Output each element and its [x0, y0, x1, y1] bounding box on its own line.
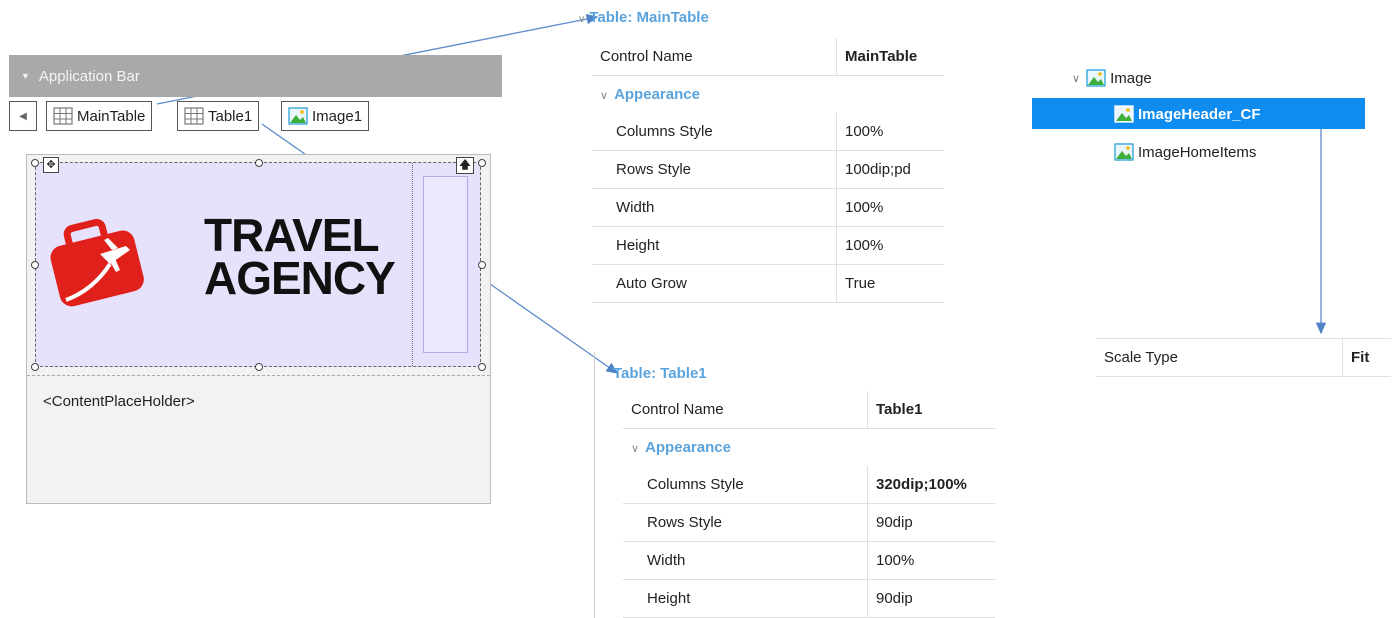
select-parent-arrow-icon[interactable]: 🡅: [456, 157, 474, 174]
property-value[interactable]: 100%: [867, 541, 995, 580]
property-value[interactable]: Table1: [867, 391, 995, 429]
tree-node-image[interactable]: ∨ Image: [1072, 67, 1152, 89]
table1-properties-title: Table: Table1: [613, 365, 707, 382]
canvas-divider: [27, 375, 490, 376]
control-chip-label: Image1: [312, 107, 363, 125]
section-header-appearance[interactable]: ∨ Appearance: [592, 76, 944, 114]
property-row[interactable]: Height 90dip: [623, 579, 995, 618]
tree-label: ImageHomeItems: [1138, 143, 1257, 161]
property-key: Columns Style: [623, 466, 868, 504]
table1-title-text: Table: Table1: [613, 365, 707, 382]
property-row[interactable]: Width 100%: [592, 188, 944, 227]
property-key: Height: [623, 579, 868, 618]
property-row[interactable]: Height 100%: [592, 226, 944, 265]
move-handle-icon[interactable]: ✥: [43, 157, 59, 173]
property-value[interactable]: 100dip;pd: [836, 150, 944, 189]
property-value[interactable]: 100%: [836, 113, 944, 151]
image-icon: [1114, 143, 1134, 161]
property-key: Columns Style: [592, 113, 837, 151]
tree-label: ImageHeader_CF: [1138, 105, 1261, 123]
section-label: Appearance: [645, 439, 731, 456]
property-value[interactable]: Fit: [1342, 338, 1391, 377]
property-row[interactable]: Rows Style 90dip: [623, 503, 995, 542]
property-key: Scale Type: [1096, 338, 1343, 377]
logo-wordmark: TRAVEL AGENCY: [204, 209, 396, 304]
property-value[interactable]: 90dip: [867, 579, 995, 618]
selection-handle[interactable]: [255, 363, 263, 371]
property-value[interactable]: 100%: [836, 188, 944, 227]
selection-handle[interactable]: [31, 261, 39, 269]
control-chip-table1[interactable]: Table1: [177, 101, 260, 131]
property-value[interactable]: 100%: [836, 226, 944, 265]
maintable-properties-title: ∨ Table: MainTable: [578, 9, 709, 26]
table1-property-grid: Control Name Table1 ∨ Appearance Columns …: [623, 391, 995, 618]
table-icon: [53, 107, 73, 125]
maintable-title-text: Table: MainTable: [589, 9, 709, 26]
property-value[interactable]: 90dip: [867, 503, 995, 542]
control-chip-image1[interactable]: Image1: [281, 101, 370, 131]
content-placeholder[interactable]: <ContentPlaceHolder>: [43, 393, 195, 410]
maintable-property-grid: Control Name MainTable ∨ Appearance Colum…: [592, 38, 944, 303]
control-chip-maintable[interactable]: MainTable: [46, 101, 153, 131]
caret-left-icon: ◀: [19, 110, 27, 122]
tree-label: Image: [1110, 69, 1152, 87]
section-header-appearance[interactable]: ∨ Appearance: [623, 429, 995, 467]
property-key: Width: [623, 541, 868, 580]
scroll-left-button[interactable]: ◀: [9, 101, 37, 131]
table-icon: [184, 107, 204, 125]
selection-handle[interactable]: [255, 159, 263, 167]
property-key: Rows Style: [592, 150, 837, 189]
section-label: Appearance: [614, 86, 700, 103]
arrow-image: [1315, 113, 1327, 335]
property-row[interactable]: Columns Style 100%: [592, 113, 944, 151]
logo-line-1: TRAVEL: [204, 209, 380, 261]
panel-border: [594, 352, 595, 618]
property-row[interactable]: Control Name MainTable: [592, 38, 944, 76]
image-icon: [1114, 105, 1134, 123]
property-row[interactable]: Rows Style 100dip;pd: [592, 150, 944, 189]
property-key: Control Name: [623, 391, 868, 429]
property-row[interactable]: Scale Type Fit: [1096, 338, 1391, 377]
image-icon: [288, 107, 308, 125]
property-key: Auto Grow: [592, 264, 837, 303]
chevron-down-icon[interactable]: ∨: [600, 90, 608, 102]
suitcase-logo-icon: [50, 218, 144, 307]
column-divider: [412, 163, 413, 366]
tree-item-imageheader-cf[interactable]: ImageHeader_CF: [1114, 103, 1261, 125]
property-row[interactable]: Control Name Table1: [623, 391, 995, 429]
control-chip-label: Table1: [208, 107, 253, 125]
selection-handle[interactable]: [478, 159, 486, 167]
control-chip-label: MainTable: [77, 107, 146, 125]
image-property-grid: Scale Type Fit: [1096, 338, 1391, 377]
collapse-triangle-icon[interactable]: ▼: [21, 71, 30, 81]
application-bar-label: Application Bar: [38, 67, 140, 85]
chevron-down-icon[interactable]: ∨: [631, 443, 639, 455]
selection-handle[interactable]: [31, 159, 39, 167]
selection-handle[interactable]: [478, 261, 486, 269]
property-value[interactable]: True: [836, 264, 944, 303]
property-key: Height: [592, 226, 837, 265]
table-right-cell[interactable]: [423, 176, 468, 353]
property-value[interactable]: MainTable: [836, 38, 944, 76]
property-key: Control Name: [592, 38, 837, 76]
selection-handle[interactable]: [31, 363, 39, 371]
selection-handle[interactable]: [478, 363, 486, 371]
property-key: Width: [592, 188, 837, 227]
logo-line-2: AGENCY: [204, 252, 396, 304]
chevron-down-icon[interactable]: ∨: [578, 14, 585, 25]
property-row[interactable]: Auto Grow True: [592, 264, 944, 303]
tree-item-imagehomeitems[interactable]: ImageHomeItems: [1114, 141, 1256, 163]
property-row[interactable]: Width 100%: [623, 541, 995, 580]
property-row[interactable]: Columns Style 320dip;100%: [623, 466, 995, 504]
image-icon: [1086, 69, 1106, 87]
property-value[interactable]: 320dip;100%: [867, 466, 995, 504]
chevron-down-icon[interactable]: ∨: [1072, 72, 1080, 85]
property-key: Rows Style: [623, 503, 868, 542]
application-bar[interactable]: ▼ Application Bar: [9, 55, 502, 97]
